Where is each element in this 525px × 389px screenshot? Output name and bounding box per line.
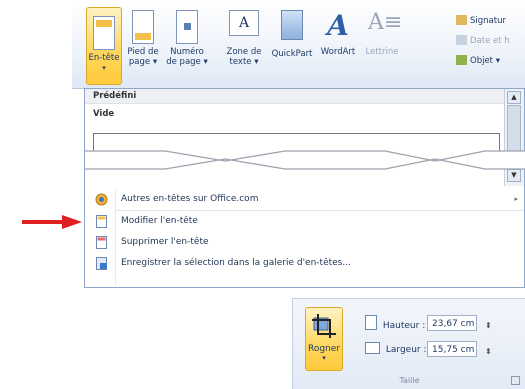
menu-item-remove-header[interactable]: Supprimer l'en-tête	[85, 232, 524, 253]
width-spinner-icon[interactable]: ⬍	[485, 343, 492, 361]
object-icon	[456, 55, 467, 65]
signature-icon	[456, 15, 467, 25]
text-box-icon: A	[229, 10, 259, 36]
footer-button-label-1: Pied de	[127, 47, 159, 57]
page-number-button[interactable]: Numéro de page ▾	[166, 10, 208, 67]
size-group-label: Taille	[399, 376, 420, 385]
insert-ribbon: En-tête ▾ Pied de page ▾ Numéro de page …	[72, 0, 525, 89]
text-box-button-label-2: texte ▾	[229, 57, 259, 67]
calendar-icon	[456, 35, 467, 45]
header-button[interactable]: En-tête ▾	[86, 7, 122, 85]
menu-item-edit-header[interactable]: Modifier l'en-tête	[85, 211, 524, 232]
date-time-label: Date et h	[470, 36, 510, 46]
drop-cap-button[interactable]: A≡ Lettrine	[362, 10, 403, 57]
object-label: Objet ▾	[470, 56, 500, 66]
chevron-down-icon: ▾	[322, 354, 326, 362]
quickpart-button-label: QuickPart	[271, 49, 313, 59]
dialog-launcher-icon[interactable]	[511, 376, 520, 385]
header-menu: Autres en-têtes sur Office.com ▸ Modifie…	[85, 189, 524, 274]
menu-item-label: Supprimer l'en-tête	[121, 237, 209, 247]
save-to-gallery-icon	[96, 257, 107, 270]
width-label: Largeur :	[385, 345, 427, 355]
menu-item-label: Autres en-têtes sur Office.com	[121, 194, 259, 204]
width-row: Largeur : 15,75 cm ⬍	[365, 341, 492, 359]
menu-item-label: Modifier l'en-tête	[121, 216, 198, 226]
page-number-button-label-2: de page ▾	[166, 57, 208, 67]
header-icon	[93, 16, 115, 50]
header-button-label: En-tête	[88, 53, 120, 63]
height-icon	[365, 315, 377, 330]
crop-label: Rogner	[307, 344, 340, 354]
page-number-icon	[176, 10, 198, 44]
wordart-icon: A	[327, 9, 349, 42]
height-spinner-icon[interactable]: ⬍	[485, 317, 492, 335]
menu-item-label: Enregistrer la sélection dans la galerie…	[121, 258, 351, 268]
submenu-arrow-icon: ▸	[514, 195, 518, 203]
remove-header-icon	[96, 236, 107, 249]
menu-item-save-to-gallery[interactable]: Enregistrer la sélection dans la galerie…	[85, 253, 524, 274]
menu-item-more-headers[interactable]: Autres en-têtes sur Office.com ▸	[85, 189, 524, 210]
office-online-icon	[95, 193, 108, 206]
drop-cap-icon: A≡	[368, 10, 403, 35]
red-arrow-pointer	[22, 215, 82, 229]
text-box-button-label-1: Zone de	[226, 47, 262, 57]
gallery-section-header: Prédéfini	[85, 89, 504, 104]
picture-size-group: Rogner ▾ Hauteur : 23,67 cm ⬍ Largeur : …	[292, 298, 525, 389]
wordart-button[interactable]: A WordArt	[318, 9, 358, 58]
signature-line-button[interactable]: Signatur	[456, 14, 506, 28]
signature-label: Signatur	[470, 16, 506, 26]
page-number-button-label-1: Numéro	[170, 47, 204, 57]
text-box-button[interactable]: A Zone de texte ▾	[222, 10, 266, 67]
header-gallery-dropdown: Prédéfini Vide ▲ ▼ Autres en-têtes sur O…	[84, 88, 525, 288]
height-label: Hauteur :	[382, 321, 426, 331]
drop-cap-button-label: Lettrine	[365, 47, 399, 57]
object-button[interactable]: Objet ▾	[456, 54, 500, 68]
width-field[interactable]: 15,75 cm	[427, 341, 477, 357]
crop-button[interactable]: Rogner ▾	[305, 307, 343, 371]
height-field[interactable]: 23,67 cm	[427, 315, 477, 331]
footer-button-label-2: page ▾	[128, 57, 158, 67]
chevron-down-icon: ▾	[102, 64, 106, 72]
wordart-button-label: WordArt	[320, 47, 356, 57]
gallery-item-label: Vide	[93, 109, 115, 119]
height-row: Hauteur : 23,67 cm ⬍	[365, 315, 492, 333]
edit-header-icon	[96, 215, 107, 228]
torn-edge-divider	[85, 150, 525, 170]
date-time-button[interactable]: Date et h	[456, 34, 510, 48]
width-icon	[365, 342, 380, 354]
scroll-up-icon[interactable]: ▲	[507, 91, 521, 104]
footer-button[interactable]: Pied de page ▾	[124, 10, 162, 67]
crop-icon	[312, 314, 336, 338]
quickpart-icon	[281, 10, 303, 40]
footer-icon	[132, 10, 154, 44]
quickpart-button[interactable]: QuickPart	[270, 10, 314, 59]
